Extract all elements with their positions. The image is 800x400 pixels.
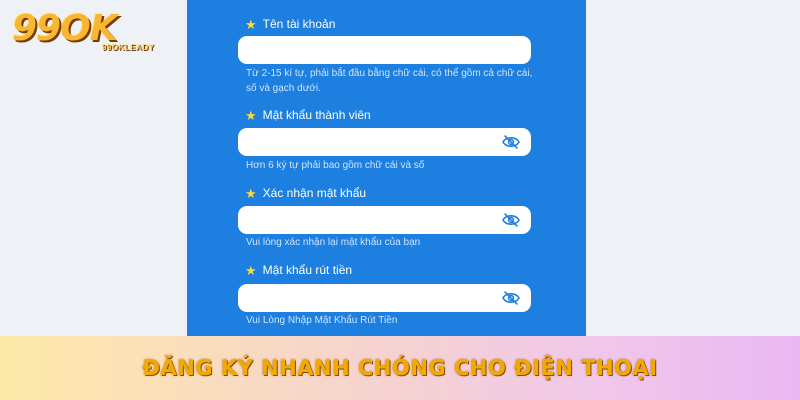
- username-hint: Từ 2-15 kí tự, phải bắt đầu bằng chữ cái…: [246, 68, 533, 94]
- username-label-text: Tên tài khoản: [262, 17, 336, 31]
- username-input[interactable]: [238, 36, 531, 64]
- star-icon: ★: [245, 185, 257, 201]
- eye-slash-icon[interactable]: [501, 134, 521, 150]
- brand-logo: 99OK 99OKLEADY: [6, 8, 166, 58]
- withdraw-password-label-text: Mật khẩu rút tiền: [262, 263, 353, 277]
- logo-subtext: 99OKLEADY: [102, 43, 155, 52]
- logo-text: 99OK: [12, 8, 118, 49]
- password-label: ★ Mật khẩu thành viên: [245, 108, 371, 122]
- confirm-password-label: ★ Xác nhận mật khẩu: [245, 186, 366, 200]
- confirm-password-label-text: Xác nhận mật khẩu: [262, 186, 367, 200]
- password-hint: Hơn 6 ký tự phải bao gồm chữ cái và số: [246, 160, 425, 171]
- star-icon: ★: [245, 262, 257, 278]
- star-icon: ★: [245, 107, 257, 123]
- star-icon: ★: [245, 16, 257, 32]
- confirm-password-input[interactable]: [238, 206, 531, 234]
- eye-slash-icon[interactable]: [501, 212, 521, 228]
- password-label-text: Mật khẩu thành viên: [262, 108, 371, 122]
- password-input[interactable]: [238, 128, 531, 156]
- withdraw-password-label: ★ Mật khẩu rút tiền: [245, 263, 352, 277]
- username-label: ★ Tên tài khoản: [245, 17, 335, 31]
- withdraw-password-input[interactable]: [238, 284, 531, 312]
- caption-banner: ĐĂNG KÝ NHANH CHÓNG CHO ĐIỆN THOẠI: [0, 336, 800, 400]
- eye-slash-icon[interactable]: [501, 290, 521, 306]
- withdraw-password-hint: Vui Lòng Nhập Mật Khẩu Rút Tiền: [246, 315, 398, 326]
- confirm-password-hint: Vui lòng xác nhận lại mật khẩu của bạn: [246, 237, 421, 248]
- banner-title: ĐĂNG KÝ NHANH CHÓNG CHO ĐIỆN THOẠI: [142, 356, 658, 380]
- registration-form: ★ Tên tài khoản Từ 2-15 kí tự, phải bắt …: [187, 0, 586, 336]
